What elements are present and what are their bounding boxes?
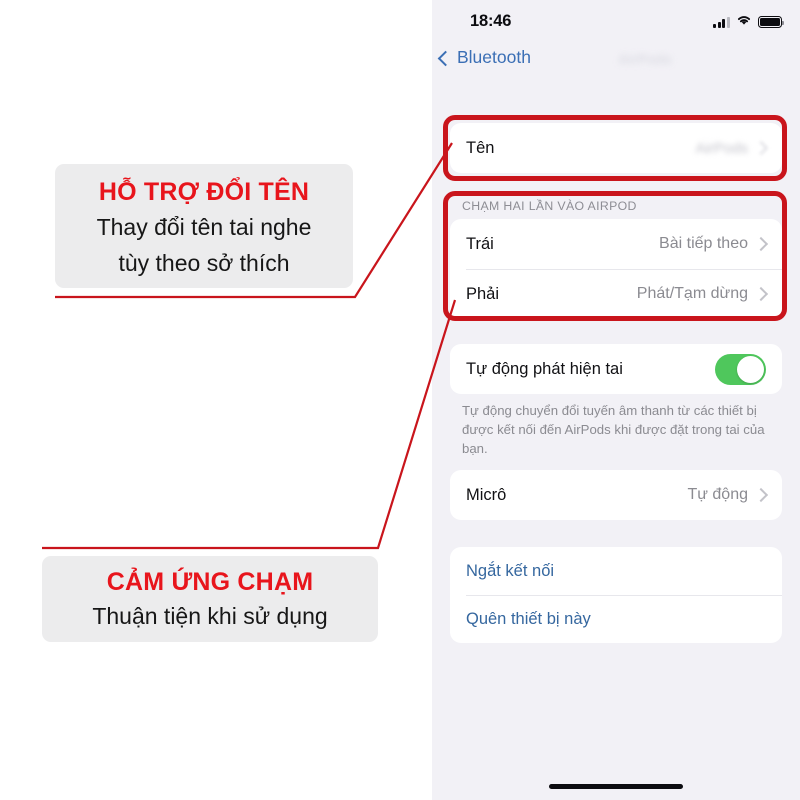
status-bar: 18:46 bbox=[432, 0, 800, 40]
auto-ear-detection-note: Tự động chuyển đổi tuyến âm thanh từ các… bbox=[462, 403, 765, 456]
double-tap-left-value: Bài tiếp theo bbox=[659, 235, 748, 252]
microphone-card: Micrô Tự động bbox=[450, 470, 782, 520]
toggle-knob bbox=[737, 355, 764, 383]
double-tap-left-label: Trái bbox=[466, 234, 494, 253]
device-actions-card: Ngắt kết nối Quên thiết bị này bbox=[450, 547, 782, 643]
disconnect-label: Ngắt kết nối bbox=[466, 561, 555, 580]
forget-device-label: Quên thiết bị này bbox=[466, 609, 591, 628]
auto-ear-detection-row[interactable]: Tự động phát hiện tai bbox=[450, 344, 782, 394]
navigation-bar: Bluetooth AirPods bbox=[432, 47, 800, 81]
phone-screen: 18:46 Bluetooth AirPods Tên AirPods CHẠM… bbox=[432, 0, 800, 800]
back-button-bluetooth[interactable]: Bluetooth bbox=[437, 47, 531, 68]
status-bar-time: 18:46 bbox=[470, 12, 512, 30]
chevron-left-icon bbox=[437, 50, 454, 66]
battery-icon bbox=[758, 16, 785, 28]
name-card: Tên AirPods bbox=[450, 123, 782, 173]
double-tap-section-header: CHẠM HAI LẦN VÀO AIRPOD bbox=[462, 199, 637, 213]
callout-rename-line2: tùy theo sở thích bbox=[118, 250, 290, 276]
callout-rename-line1: Thay đổi tên tai nghe bbox=[96, 214, 312, 240]
chevron-right-icon bbox=[753, 286, 769, 302]
microphone-label: Micrô bbox=[466, 485, 507, 504]
auto-ear-detection-toggle[interactable] bbox=[715, 353, 766, 385]
home-indicator[interactable] bbox=[549, 784, 683, 789]
disconnect-row[interactable]: Ngắt kết nối bbox=[450, 547, 782, 595]
connector-line-touch bbox=[42, 299, 457, 550]
microphone-value: Tự động bbox=[687, 486, 748, 503]
page-title: AirPods bbox=[618, 51, 672, 67]
auto-ear-detection-card: Tự động phát hiện tai bbox=[450, 344, 782, 394]
wifi-icon bbox=[736, 13, 752, 31]
chevron-right-icon bbox=[753, 487, 769, 503]
callout-touch-line1: Thuận tiện khi sử dụng bbox=[92, 603, 328, 629]
double-tap-right-label: Phải bbox=[466, 284, 500, 303]
cellular-signal-icon bbox=[713, 16, 730, 28]
callout-touch-title: CẢM ỨNG CHẠM bbox=[106, 568, 314, 596]
forget-device-row[interactable]: Quên thiết bị này bbox=[450, 595, 782, 643]
double-tap-right-value: Phát/Tạm dừng bbox=[636, 285, 748, 302]
callout-rename: HỖ TRỢ ĐỔI TÊN Thay đổi tên tai nghe tùy… bbox=[55, 164, 353, 288]
double-tap-card: Trái Bài tiếp theo Phải Phát/Tạm dừng bbox=[450, 219, 782, 319]
callout-rename-title: HỖ TRỢ ĐỔI TÊN bbox=[98, 178, 310, 206]
callout-touch: CẢM ỨNG CHẠM Thuận tiện khi sử dụng bbox=[42, 556, 378, 642]
name-row-value: AirPods bbox=[695, 139, 748, 157]
double-tap-row-left[interactable]: Trái Bài tiếp theo bbox=[450, 219, 782, 269]
status-bar-icons bbox=[713, 13, 785, 31]
chevron-right-icon bbox=[753, 140, 769, 156]
back-button-label: Bluetooth bbox=[457, 47, 531, 67]
double-tap-row-right[interactable]: Phải Phát/Tạm dừng bbox=[450, 269, 782, 319]
auto-ear-detection-label: Tự động phát hiện tai bbox=[466, 359, 623, 378]
microphone-row[interactable]: Micrô Tự động bbox=[450, 470, 782, 520]
name-row-label: Tên bbox=[466, 138, 495, 157]
name-row[interactable]: Tên AirPods bbox=[450, 123, 782, 173]
chevron-right-icon bbox=[753, 236, 769, 252]
